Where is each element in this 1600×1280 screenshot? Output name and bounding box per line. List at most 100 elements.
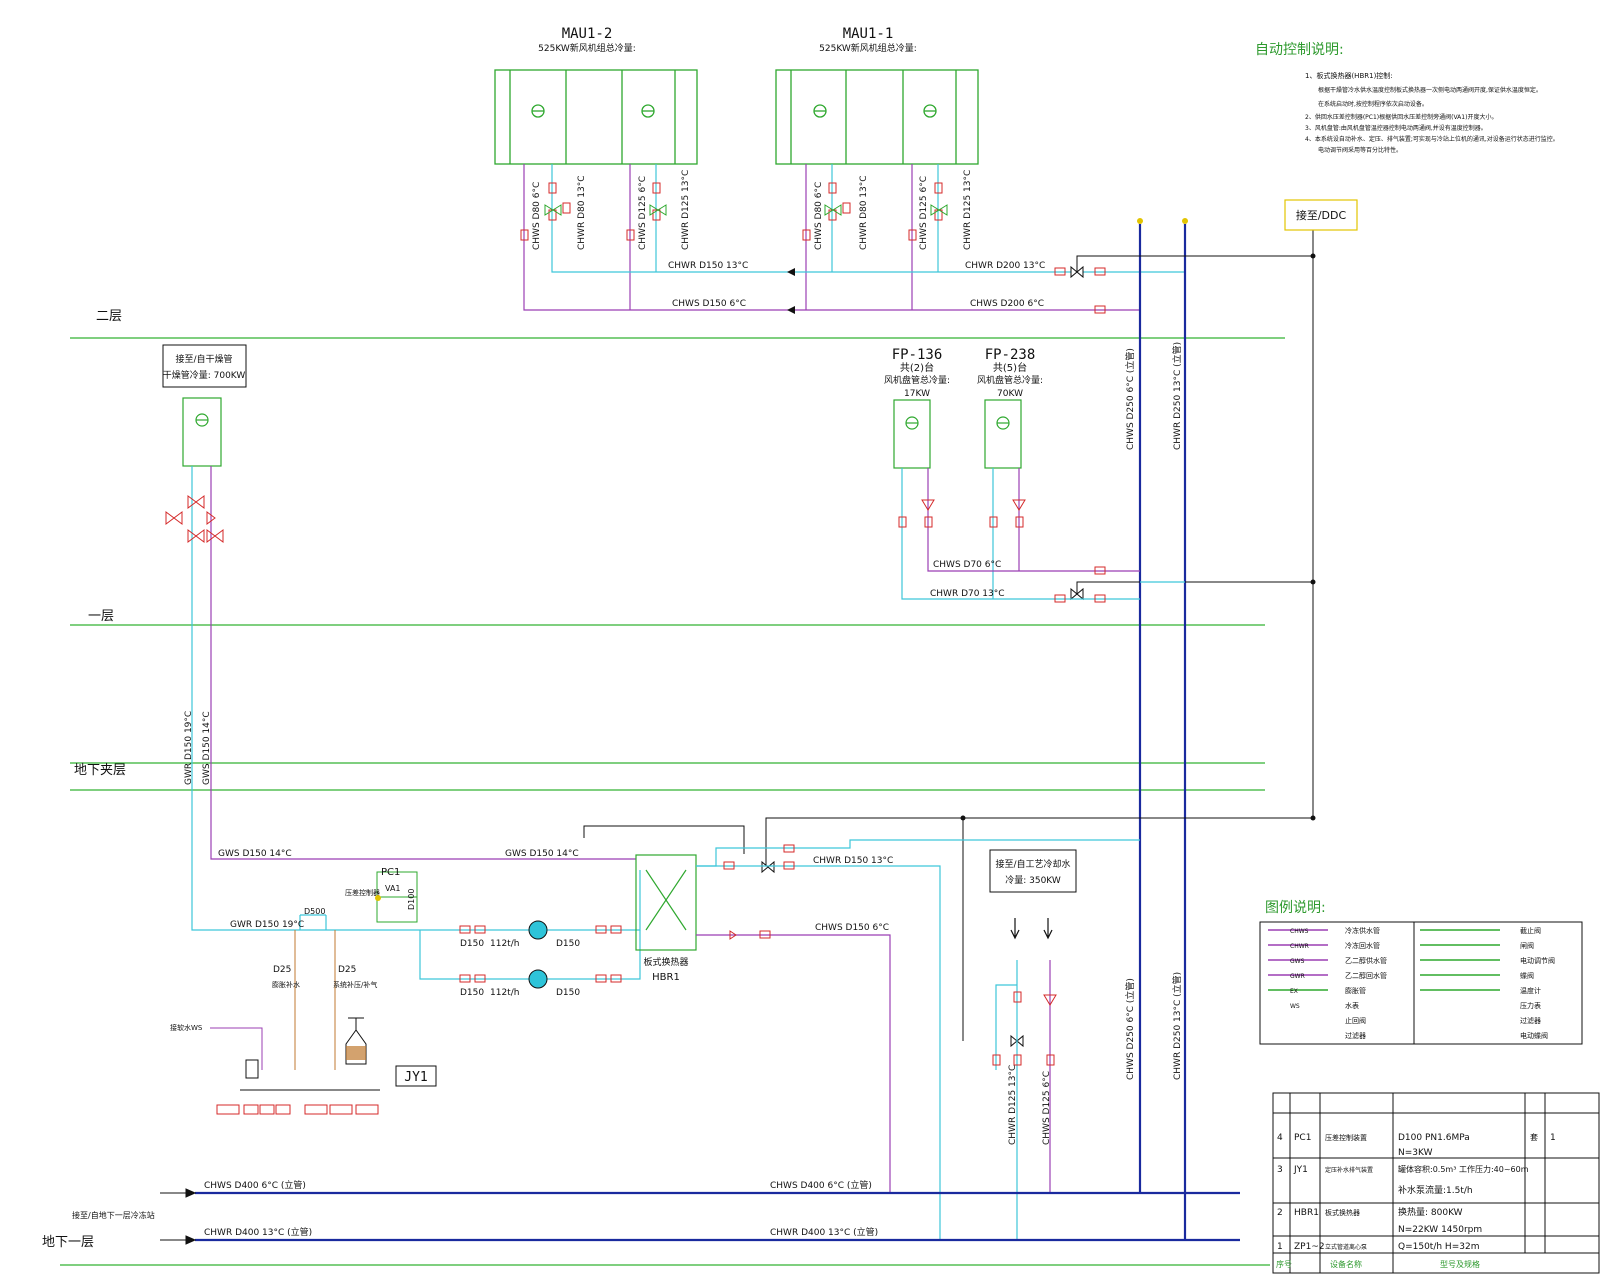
fp238-name: FP-238 bbox=[985, 347, 1036, 363]
pipe-riser-chwr-lower: CHWR D250 13°C (立管) bbox=[1171, 972, 1183, 1080]
pump2-d150-out: D150 bbox=[556, 988, 580, 998]
legend-code-4: GWR bbox=[1290, 973, 1305, 980]
mau-unit-1 bbox=[775, 69, 979, 165]
jy1-base-boxes bbox=[216, 1104, 379, 1115]
legend-desc2-1: 截止阀 bbox=[1520, 926, 1541, 935]
legend-desc2-6: 压力表 bbox=[1520, 1001, 1541, 1010]
jy1-pipes bbox=[210, 930, 336, 1070]
fp-valves bbox=[898, 499, 1106, 603]
control-item-7: 电动调节阀采用等百分比特性。 bbox=[1318, 146, 1402, 154]
pipe-riser-chws-upper: CHWS D250 6°C (立管) bbox=[1124, 348, 1136, 450]
pc1-label: PC1 bbox=[381, 867, 400, 878]
pipe-mau1-chws-d80: CHWS D80 6°C bbox=[814, 182, 824, 250]
floor-label-basement: 地下一层 bbox=[42, 1235, 94, 1250]
eq-row4-code: ZP1~2 bbox=[1294, 1242, 1325, 1252]
legend-code-6: WS bbox=[1290, 1003, 1300, 1010]
mau2-name: MAU1-2 bbox=[562, 26, 613, 42]
eq-row3-spec: 换热量: 800KW bbox=[1398, 1206, 1463, 1218]
floor-label-first: 一层 bbox=[88, 609, 114, 624]
pipe-chws-hbr: CHWS D150 6°C bbox=[815, 923, 889, 933]
control-item-5: 3、风机盘管:由风机盘管温控器控制电动两通阀,并设有温度控制器。 bbox=[1305, 124, 1487, 132]
fp136-desc: 风机盘管总冷量: bbox=[884, 374, 950, 386]
basement-arrows bbox=[160, 1188, 197, 1245]
pipe-d25-a: D25 bbox=[273, 965, 291, 975]
legend-desc2-2: 闸阀 bbox=[1520, 941, 1534, 950]
eq-footer-no: 序号 bbox=[1276, 1259, 1292, 1269]
pipe-d25-a-note: 膨胀补水 bbox=[272, 980, 300, 989]
legend-desc-4: 乙二醇回水管 bbox=[1345, 971, 1387, 980]
eq-row4-spec: Q=150t/h H=32m bbox=[1398, 1242, 1479, 1252]
pipe-proc-chwr: CHWR D125 13°C bbox=[1008, 1065, 1018, 1145]
pipe-chws-d150: CHWS D150 6°C bbox=[672, 299, 746, 309]
legend-desc2-3: 电动调节阀 bbox=[1520, 956, 1555, 965]
dryer-unit bbox=[182, 397, 222, 467]
process-arrows bbox=[1010, 918, 1053, 940]
legend-desc2-5: 温度计 bbox=[1520, 986, 1541, 995]
ddc-node-4 bbox=[960, 815, 966, 821]
hbr-valves bbox=[723, 844, 795, 940]
eq-row2-name: 定压补水排气装置 bbox=[1325, 1166, 1373, 1174]
pipe-mau2-chwr-d80: CHWR D80 13°C bbox=[577, 175, 587, 250]
pump-2-icon bbox=[528, 969, 548, 989]
pipe-chwr-d400-b: CHWR D400 13°C (立管) bbox=[770, 1226, 878, 1238]
dryer-valves bbox=[165, 495, 224, 543]
pipe-chwr-hbr: CHWR D150 13°C bbox=[813, 856, 893, 866]
equipment-rows: 4 PC1 压差控制装置 D100 PN1.6MPa 套 1 N=3KW 3 J… bbox=[1276, 1132, 1556, 1269]
floor-label-second: 二层 bbox=[96, 309, 122, 324]
legend-desc-7: 止回阀 bbox=[1345, 1016, 1366, 1025]
control-text: 1、板式换热器(HBR1)控制: 根据干燥管冷水供水温度控制板式换热器一次侧电动… bbox=[1305, 71, 1559, 154]
eq-row1-code: PC1 bbox=[1294, 1133, 1311, 1143]
eq-row4-no: 1 bbox=[1277, 1242, 1283, 1252]
legend-table bbox=[1259, 921, 1583, 1045]
fp238-count: 共(5)台 bbox=[993, 361, 1027, 374]
control-item-2: 根据干燥管冷水供水温度控制板式换热器一次侧电动两通阀开度,保证供水温度恒定。 bbox=[1318, 86, 1542, 94]
process-line2: 冷量: 350KW bbox=[1005, 874, 1061, 886]
pipe-gwr-h: GWR D150 19°C bbox=[230, 920, 304, 930]
floor-lines bbox=[60, 337, 1285, 1266]
pump2-flow: 112t/h bbox=[490, 988, 519, 998]
pipe-d100: D100 bbox=[407, 889, 416, 910]
control-item-1: 1、板式换热器(HBR1)控制: bbox=[1305, 71, 1393, 80]
pipe-riser-chwr-upper: CHWR D250 13°C (立管) bbox=[1171, 342, 1183, 450]
ddc-control-lines bbox=[583, 230, 1314, 1041]
pipe-mau1-chwr-d125: CHWR D125 13°C bbox=[963, 170, 973, 250]
pipe-chwr-d200: CHWR D200 13°C bbox=[965, 261, 1045, 271]
mau1-name: MAU1-1 bbox=[843, 26, 894, 42]
eq-row3-no: 2 bbox=[1277, 1208, 1283, 1218]
hbr1-label: HBR1 bbox=[652, 972, 680, 983]
eq-row1-unit: 套 bbox=[1530, 1132, 1538, 1142]
pipe-mau2-chws-d125: CHWS D125 6°C bbox=[638, 176, 648, 250]
fp136-count: 共(2)台 bbox=[900, 361, 934, 374]
legend-desc-8: 过滤器 bbox=[1345, 1031, 1366, 1040]
legend-code-3: GWS bbox=[1290, 958, 1305, 965]
hbr1-exchanger bbox=[635, 854, 697, 951]
floor-label-mezzanine: 地下夹层 bbox=[74, 763, 126, 778]
control-item-6: 4、本系统设自动补水、定压、排气装置;可实现与冷站上位机的通讯,对设备运行状态进… bbox=[1305, 135, 1559, 143]
ddc-node-1 bbox=[1310, 253, 1316, 259]
ddc-label: 接至/DDC bbox=[1296, 209, 1347, 222]
dryer-pipes bbox=[191, 466, 584, 931]
mau-branch-checks bbox=[544, 204, 948, 216]
va1-label: VA1 bbox=[385, 884, 401, 893]
mau1-capacity: 525KW新风机组总冷量: bbox=[819, 42, 917, 54]
eq-footer-spec: 型号及规格 bbox=[1440, 1259, 1480, 1269]
fp136-kw: 17KW bbox=[904, 389, 930, 399]
mau2-capacity: 525KW新风机组总冷量: bbox=[538, 42, 636, 54]
pipe-mau1-chwr-d80: CHWR D80 13°C bbox=[859, 175, 869, 250]
eq-row1-qty: 1 bbox=[1550, 1133, 1556, 1143]
eq-row2-code: JY1 bbox=[1293, 1165, 1308, 1175]
process-line1: 接至/自工艺冷却水 bbox=[995, 858, 1070, 870]
pipe-mau2-chws-d80: CHWS D80 6°C bbox=[532, 182, 542, 250]
fp-units bbox=[893, 399, 1022, 469]
eq-row1-no: 4 bbox=[1277, 1133, 1283, 1143]
pipe-chws-d200: CHWS D200 6°C bbox=[970, 299, 1044, 309]
mau-unit-2 bbox=[494, 69, 698, 165]
eq-row2b-spec: 补水泵流量:1.5t/h bbox=[1398, 1184, 1473, 1196]
eq-row1-spec: D100 PN1.6MPa bbox=[1398, 1133, 1470, 1143]
pump1-flow: 112t/h bbox=[490, 939, 519, 949]
pump-1-icon bbox=[528, 920, 548, 940]
pipe-mau2-chwr-d125: CHWR D125 13°C bbox=[681, 170, 691, 250]
eq-row1-name: 压差控制装置 bbox=[1325, 1133, 1367, 1142]
pc1-note: 压差控制器 bbox=[345, 888, 380, 897]
legend-desc2-7: 过滤器 bbox=[1520, 1016, 1541, 1025]
